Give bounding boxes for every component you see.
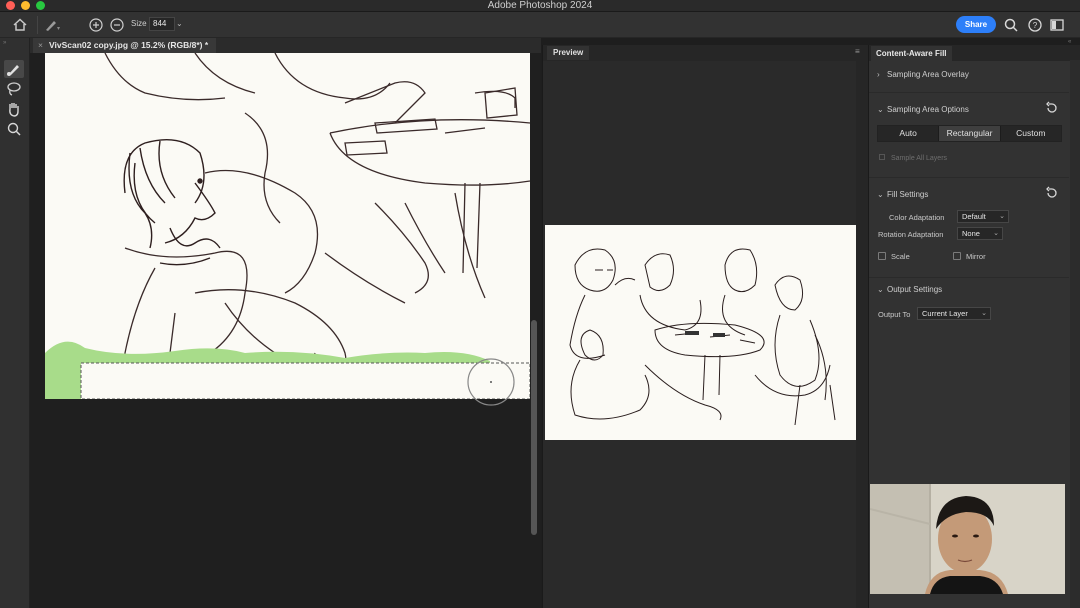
mode-rectangular-button[interactable]: Rectangular <box>939 126 1001 141</box>
tools-panel: » <box>0 38 30 608</box>
brush-cursor <box>467 358 515 406</box>
chevron-right-icon: › <box>877 70 880 79</box>
sample-all-layers-checkbox: Sample All Layers <box>879 154 947 162</box>
scale-checkbox[interactable] <box>878 252 886 260</box>
app-title: Adobe Photoshop 2024 <box>487 0 593 11</box>
sampling-area-options-header[interactable]: ⌄ Sampling Area Options <box>877 105 969 114</box>
document-canvas-area[interactable] <box>30 53 541 608</box>
brush-preset-icon[interactable]: ▾ <box>42 16 60 34</box>
home-icon[interactable] <box>11 16 29 34</box>
preview-tab[interactable]: Preview <box>547 46 590 60</box>
sampling-area-overlay-section: › Sampling Area Overlay <box>869 63 1069 93</box>
chevron-down-icon: ⌄ <box>877 285 884 294</box>
workspace-icon[interactable] <box>1048 16 1066 34</box>
size-input[interactable]: 844 <box>149 17 175 31</box>
zoom-icon[interactable] <box>4 120 24 138</box>
mirror-label: Mirror <box>966 252 986 261</box>
mirror-checkbox[interactable] <box>953 252 961 260</box>
reset-sampling-icon[interactable] <box>1045 101 1059 115</box>
document-tab-label: VivScan02 copy.jpg @ 15.2% (RGB/8*) * <box>49 40 209 50</box>
document-tab-bar: × VivScan02 copy.jpg @ 15.2% (RGB/8*) * <box>30 38 541 53</box>
document-tab[interactable]: × VivScan02 copy.jpg @ 15.2% (RGB/8*) * <box>33 38 217 53</box>
hand-icon[interactable] <box>4 100 24 118</box>
title-bar: Adobe Photoshop 2024 <box>0 0 1080 12</box>
output-to-dropdown[interactable]: Current Layer ⌄ <box>917 307 991 320</box>
color-adaptation-dropdown[interactable]: Default ⌄ <box>957 210 1009 223</box>
sampling-mode-segmented: Auto Rectangular Custom <box>877 125 1062 142</box>
color-adaptation-label: Color Adaptation <box>889 213 945 222</box>
size-label: Size <box>131 19 147 28</box>
preview-scroll-track <box>856 61 868 608</box>
chevron-down-icon: ⌄ <box>999 213 1005 220</box>
share-button[interactable]: Share <box>956 16 996 33</box>
collapse-panels-icon[interactable]: « <box>1068 39 1071 45</box>
add-mode-icon[interactable] <box>87 16 105 34</box>
rotation-adaptation-label: Rotation Adaptation <box>878 230 944 239</box>
mode-custom-button[interactable]: Custom <box>1001 126 1061 141</box>
mode-auto-button[interactable]: Auto <box>878 126 940 141</box>
sampling-brush-icon[interactable] <box>4 60 24 78</box>
lasso-icon[interactable] <box>4 80 24 98</box>
document-canvas[interactable] <box>45 53 530 399</box>
preview-image[interactable] <box>545 225 857 440</box>
caf-header: Content-Aware Fill <box>869 45 1080 61</box>
webcam-video-overlay <box>870 484 1065 594</box>
rotation-adaptation-dropdown[interactable]: None ⌄ <box>957 227 1003 240</box>
sampling-area-overlay-header[interactable]: › Sampling Area Overlay <box>877 70 969 79</box>
svg-text:▾: ▾ <box>57 26 60 32</box>
caf-tab[interactable]: Content-Aware Fill <box>871 46 952 61</box>
chevron-down-icon: ⌄ <box>877 105 884 114</box>
fill-settings-header[interactable]: ⌄ Fill Settings <box>877 190 928 199</box>
subtract-mode-icon[interactable] <box>108 16 126 34</box>
help-icon[interactable]: ? <box>1026 16 1044 34</box>
close-document-icon[interactable]: × <box>38 38 43 53</box>
right-edge-rail <box>1070 60 1080 608</box>
output-settings-header[interactable]: ⌄ Output Settings <box>877 285 942 294</box>
fill-region <box>81 363 530 399</box>
fill-settings-section: ⌄ Fill Settings Color Adaptation Default ⌄… <box>869 178 1069 278</box>
reset-fill-icon[interactable] <box>1045 186 1059 200</box>
preview-panel: Preview ≡ <box>542 45 868 608</box>
canvas-scrollbar[interactable] <box>531 320 537 535</box>
options-bar: ▾ Size 844 ⌄ Share ? <box>0 12 1080 38</box>
svg-text:?: ? <box>1033 21 1038 30</box>
search-icon[interactable] <box>1002 16 1020 34</box>
output-settings-section: ⌄ Output Settings Output To Current Layer… <box>869 278 1069 330</box>
collapse-tools-icon[interactable]: » <box>3 40 6 46</box>
size-dropdown-button[interactable]: ⌄ <box>176 17 186 31</box>
panel-menu-icon[interactable]: ≡ <box>855 47 860 56</box>
chevron-down-icon: ⌄ <box>877 190 884 199</box>
preview-header: Preview ≡ <box>543 45 868 61</box>
chevron-down-icon: ⌄ <box>981 310 987 317</box>
chevron-down-icon: ⌄ <box>993 230 999 237</box>
options-divider <box>37 16 38 34</box>
scale-label: Scale <box>891 252 910 261</box>
output-to-label: Output To <box>878 310 911 319</box>
